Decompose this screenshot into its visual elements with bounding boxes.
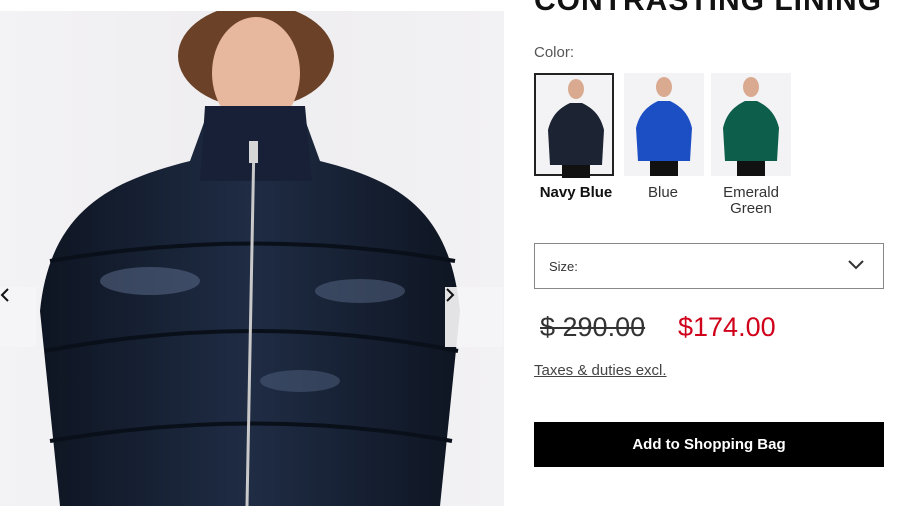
navy-blue-jacket-thumbnail — [548, 79, 604, 178]
original-price: $ 290.00 — [540, 312, 646, 342]
blue-jacket-thumbnail — [636, 77, 692, 176]
product-image-gallery — [0, 11, 504, 506]
product-title: CONTRASTING LINING — [534, 0, 882, 17]
gallery-prev-button[interactable] — [0, 287, 36, 347]
color-swatch-blue[interactable] — [624, 73, 704, 176]
chevron-left-icon — [0, 288, 9, 302]
size-label: Size: — [549, 258, 578, 274]
color-name-emerald-green: Emerald Green — [723, 184, 779, 217]
emerald-green-jacket-thumbnail — [723, 77, 779, 176]
color-swatch-emerald-green[interactable] — [711, 73, 791, 176]
color-name-navy-blue: Navy Blue — [539, 184, 613, 201]
gallery-next-button[interactable] — [445, 287, 503, 347]
add-to-shopping-bag-button[interactable]: Add to Shopping Bag — [534, 422, 884, 467]
size-select[interactable]: Size: — [534, 243, 884, 289]
color-label: Color: — [534, 44, 575, 61]
color-swatch-navy-blue[interactable] — [534, 73, 614, 178]
product-main-image — [40, 11, 460, 506]
color-name-blue: Blue — [647, 184, 679, 201]
chevron-right-icon — [446, 288, 455, 302]
sale-price: $174.00 — [678, 312, 776, 342]
chevron-down-icon — [848, 260, 864, 270]
taxes-duties-link[interactable]: Taxes & duties excl. — [534, 362, 667, 379]
